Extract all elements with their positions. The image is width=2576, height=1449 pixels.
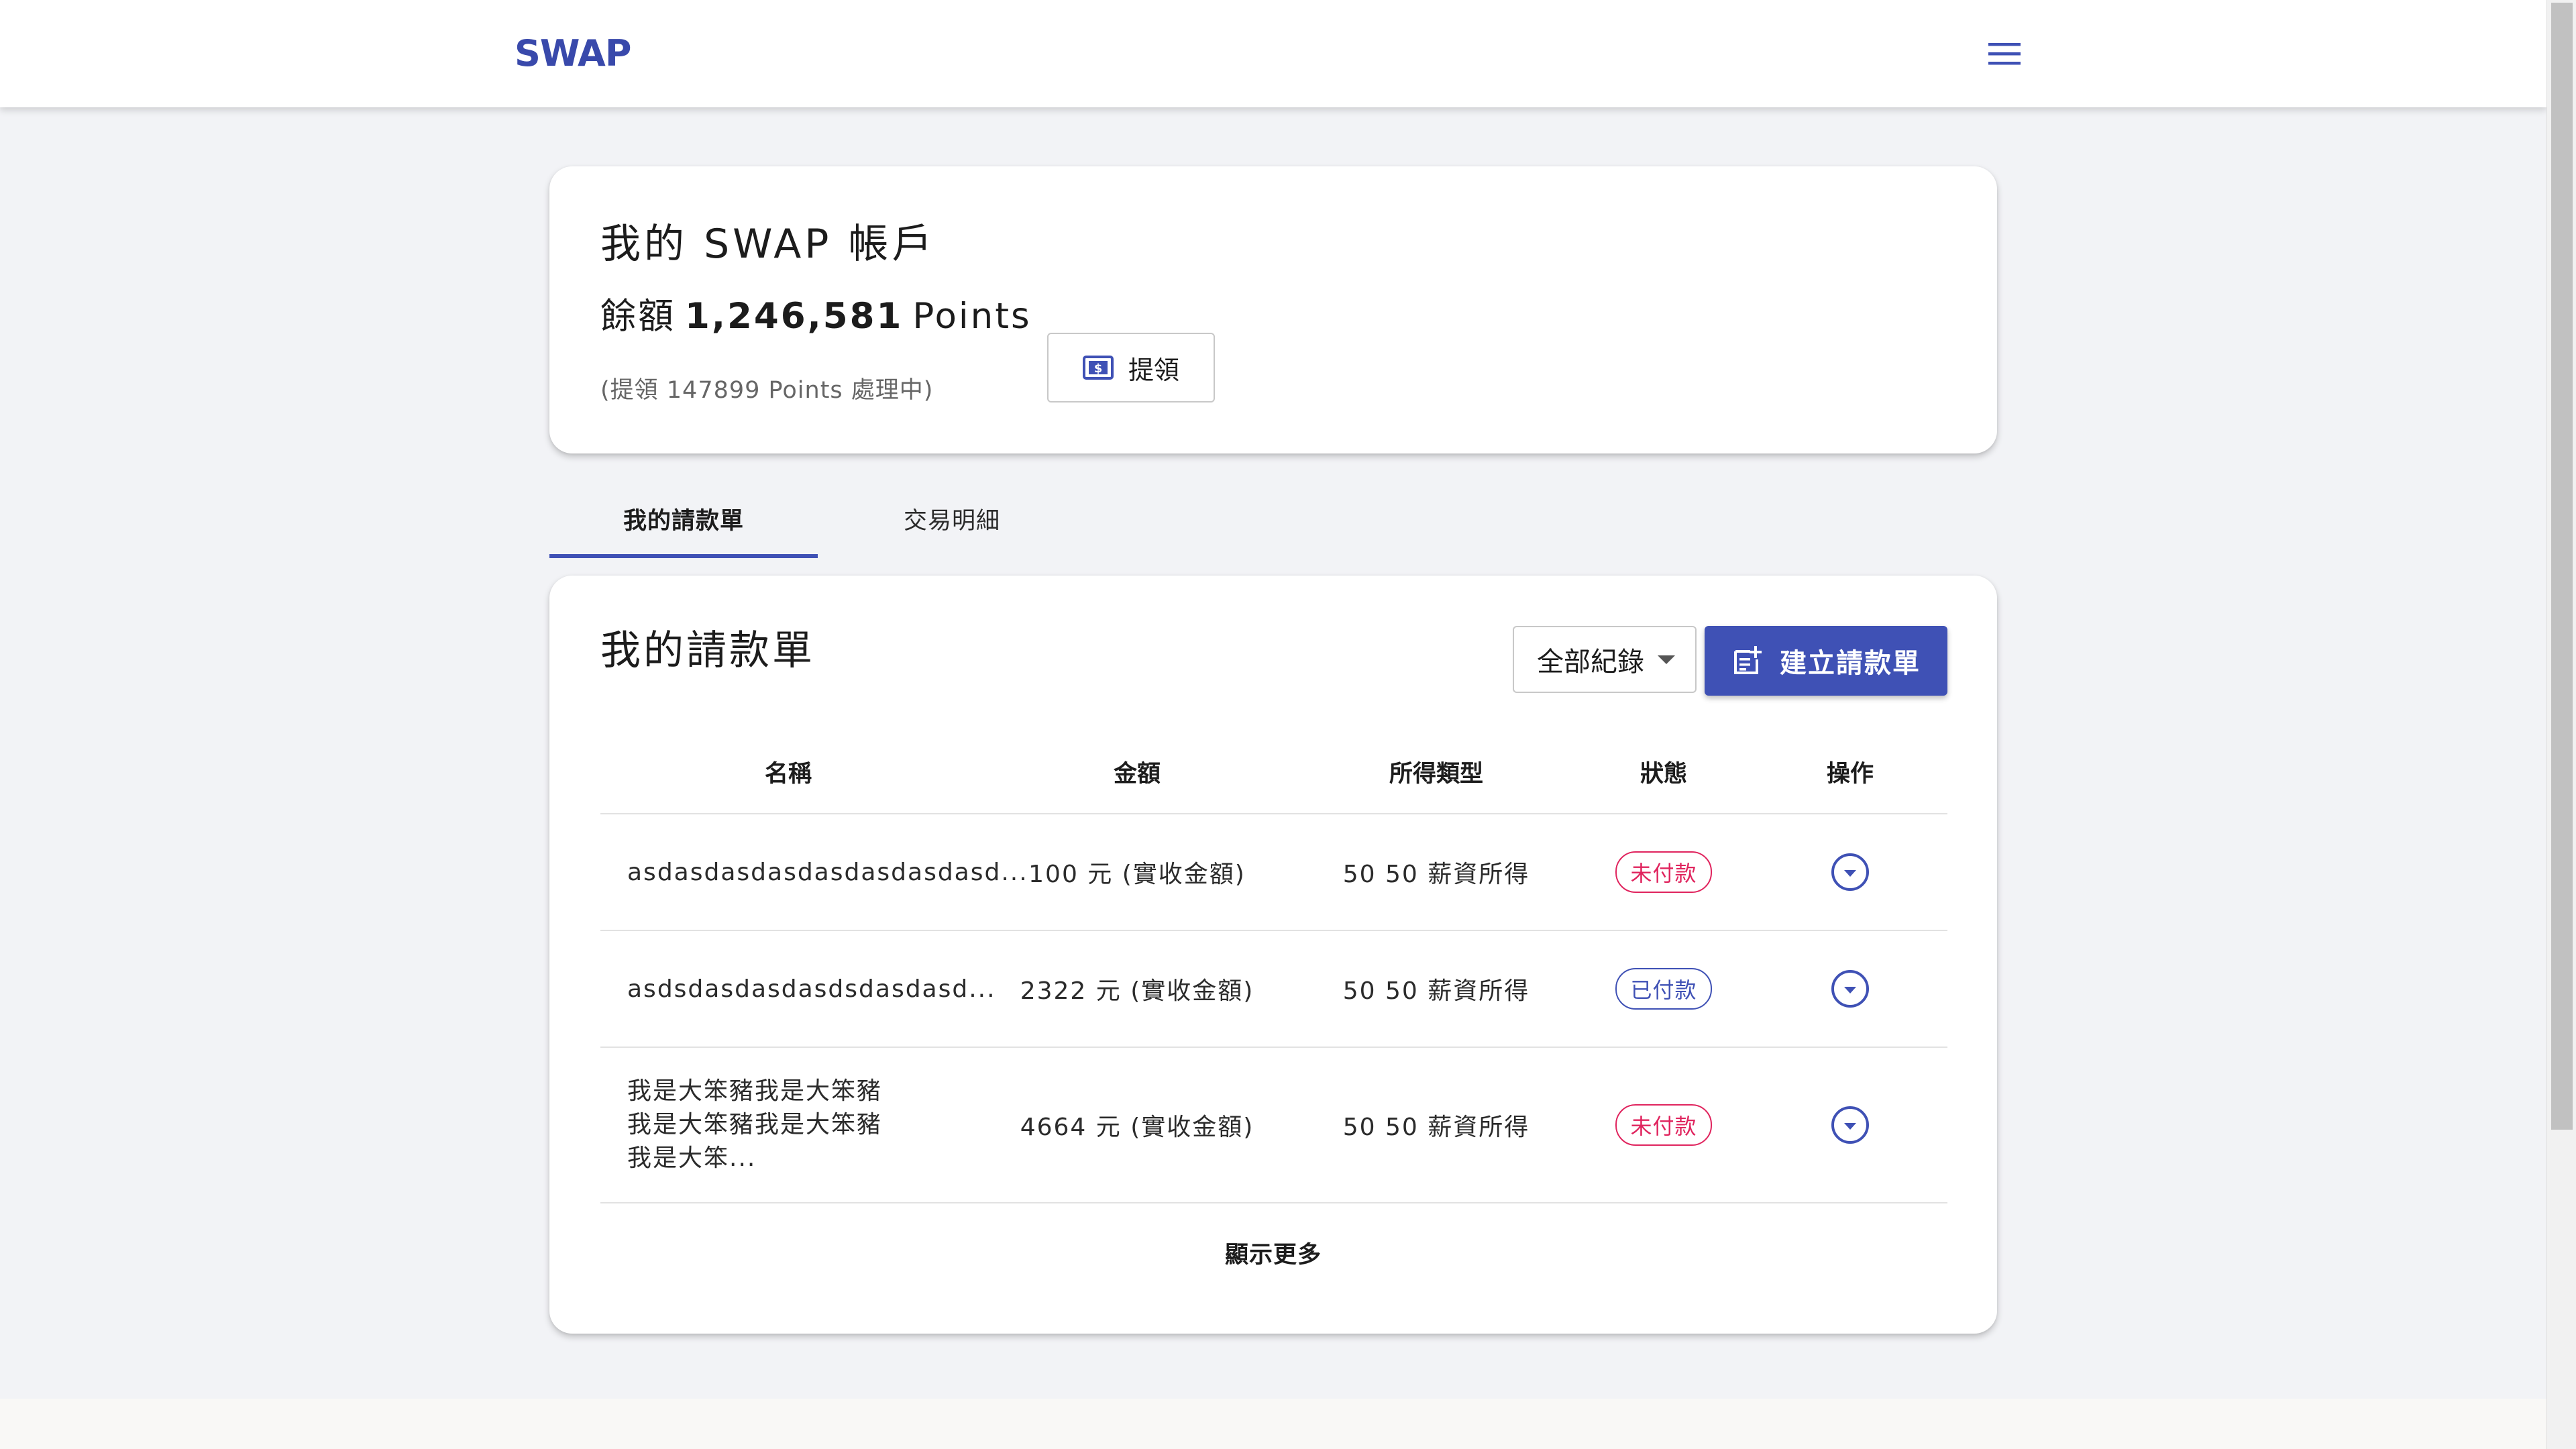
swap-logo[interactable]: SWAP — [515, 32, 631, 75]
account-card: 我的 SWAP 帳戶 餘額 1,246,581 Points $ 提領 — [549, 166, 1997, 453]
dollar-bill-icon: $ — [1082, 356, 1114, 380]
invoices-title: 我的請款單 — [600, 627, 815, 674]
invoice-income-type: 50 50 薪資所得 — [1342, 977, 1530, 1005]
caret-down-icon — [1658, 655, 1675, 664]
invoice-amount: 100 元 (實收金額) — [1028, 861, 1246, 888]
svg-text:$: $ — [1094, 362, 1103, 376]
balance-label: 餘額 — [600, 296, 676, 337]
invoice-name: 我是大笨豬我是大笨豬我是大笨豬我是大笨豬我是大笨... — [627, 1077, 883, 1172]
invoice-amount: 2322 元 (實收金額) — [1020, 977, 1254, 1005]
pending-withdraw-note: (提領 147899 Points 處理中) — [600, 377, 934, 404]
invoice-income-type: 50 50 薪資所得 — [1342, 1114, 1530, 1141]
row-actions-button[interactable] — [1831, 970, 1869, 1008]
invoice-income-type: 50 50 薪資所得 — [1342, 861, 1530, 888]
tab-transactions[interactable]: 交易明細 — [818, 483, 1086, 554]
table-header: 名稱 金額 所得類型 狀態 操作 — [600, 730, 1947, 814]
invoice-action-cell — [1753, 814, 1947, 930]
invoice-name: asdsdasdasdasdsdasdasd... — [627, 975, 996, 1003]
record-filter-select[interactable]: 全部紀錄 — [1513, 626, 1697, 693]
column-header-name[interactable]: 名稱 — [600, 730, 976, 813]
column-header-amount[interactable]: 金額 — [976, 730, 1298, 813]
invoice-status-cell: 未付款 — [1574, 1048, 1753, 1202]
invoices-card: 我的請款單 全部紀錄 建立請款單 名稱 金額 所得類型 狀態 操作 asdasd… — [549, 576, 1997, 1334]
balance-line: 餘額 1,246,581 Points — [600, 291, 1032, 342]
invoice-name: asdasdasdasdasdasdasdasd... — [627, 858, 1028, 886]
app-bar: SWAP — [0, 0, 2546, 107]
status-badge: 已付款 — [1615, 968, 1712, 1010]
expand-circle-down-icon — [1844, 987, 1856, 994]
invoice-status-cell: 已付款 — [1574, 931, 1753, 1046]
create-invoice-label: 建立請款單 — [1780, 648, 1921, 679]
table-row[interactable]: 我是大笨豬我是大笨豬我是大笨豬我是大笨豬我是大笨... 4664 元 (實收金額… — [600, 1048, 1947, 1203]
column-header-income-type[interactable]: 所得類型 — [1298, 730, 1574, 813]
status-badge: 未付款 — [1615, 851, 1712, 893]
balance-unit: Points — [912, 296, 1032, 337]
account-title: 我的 SWAP 帳戶 — [600, 221, 936, 268]
footer-band — [0, 1399, 2546, 1449]
hamburger-menu-icon — [1988, 43, 2021, 65]
withdraw-label: 提領 — [1128, 355, 1179, 385]
row-actions-button[interactable] — [1831, 853, 1869, 891]
invoice-amount: 4664 元 (實收金額) — [1020, 1114, 1254, 1141]
status-badge: 未付款 — [1615, 1104, 1712, 1146]
table-row[interactable]: asdasdasdasdasdasdasdasd... 100 元 (實收金額)… — [600, 814, 1947, 931]
tab-my-invoices[interactable]: 我的請款單 — [549, 483, 818, 558]
invoice-action-cell — [1753, 1048, 1947, 1202]
scrollbar-thumb[interactable] — [2551, 3, 2573, 1130]
table-row[interactable]: asdsdasdasdasdsdasdasd... 2322 元 (實收金額) … — [600, 931, 1947, 1048]
show-more-button[interactable]: 顯示更多 — [549, 1236, 1997, 1270]
create-invoice-button[interactable]: 建立請款單 — [1705, 626, 1947, 696]
balance-value: 1,246,581 — [685, 296, 904, 337]
tab-bar: 我的請款單 交易明細 — [549, 483, 1997, 558]
record-filter-value: 全部紀錄 — [1537, 647, 1644, 678]
note-add-icon — [1734, 646, 1762, 674]
vertical-scrollbar[interactable] — [2546, 0, 2576, 1449]
menu-button[interactable] — [1979, 34, 2030, 74]
expand-circle-down-icon — [1844, 1123, 1856, 1130]
row-actions-button[interactable] — [1831, 1106, 1869, 1144]
withdraw-button[interactable]: $ 提領 — [1047, 333, 1215, 402]
invoice-status-cell: 未付款 — [1574, 814, 1753, 930]
column-header-status[interactable]: 狀態 — [1574, 730, 1753, 813]
expand-circle-down-icon — [1844, 870, 1856, 877]
column-header-actions: 操作 — [1826, 760, 1874, 788]
invoice-action-cell — [1753, 931, 1947, 1046]
